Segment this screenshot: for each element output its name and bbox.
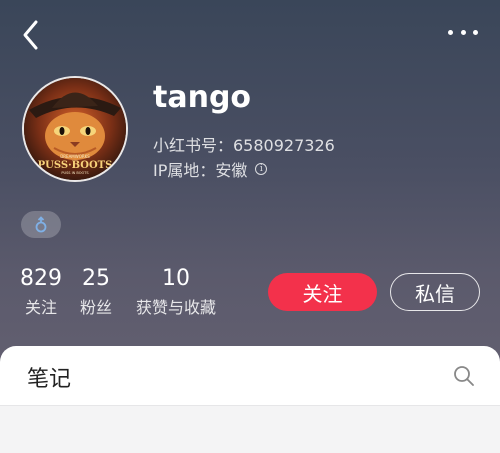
info-icon[interactable]: i (255, 163, 268, 175)
username: tango (153, 80, 252, 115)
avatar-title-text: PUSS·BOOTS (38, 160, 113, 171)
more-dot (448, 29, 453, 35)
search-button[interactable] (452, 364, 476, 388)
avatar-tagline-text: PUSS IN BOOTS (61, 171, 89, 175)
stat-likes[interactable]: 10 获赞与收藏 (130, 266, 222, 318)
user-id: 小红书号：6580927326 (153, 136, 335, 155)
stat-following-count: 829 (20, 266, 62, 291)
gender-tag (21, 211, 61, 238)
notes-tab-bar: 笔记 (0, 346, 500, 406)
message-button[interactable]: 私信 (390, 273, 480, 311)
more-dot (473, 29, 478, 35)
stat-followers[interactable]: 25 粉丝 (76, 266, 116, 318)
stat-likes-count: 10 (162, 266, 190, 291)
more-dot (460, 29, 466, 35)
tab-notes[interactable]: 笔记 (27, 361, 71, 393)
avatar[interactable]: PUSS·BOOTS DREAMWORKS PUSS IN BOOTS (22, 76, 128, 182)
avatar-studio-text: DREAMWORKS (60, 154, 90, 159)
back-arrow-icon (23, 20, 38, 50)
male-icon (35, 215, 47, 232)
search-icon (454, 366, 474, 386)
follow-button[interactable]: 关注 (268, 273, 377, 311)
profile-header: PUSS·BOOTS DREAMWORKS PUSS IN BOOTS tang… (0, 0, 500, 366)
notes-content-area (0, 406, 500, 453)
avatar-image: PUSS·BOOTS DREAMWORKS PUSS IN BOOTS (24, 78, 126, 180)
stat-followers-label: 粉丝 (79, 298, 112, 317)
stat-likes-label: 获赞与收藏 (135, 298, 216, 317)
stat-following[interactable]: 829 关注 (20, 266, 62, 318)
ip-location: IP属地：安徽 i (153, 157, 268, 181)
ip-location-text: IP属地：安徽 (153, 161, 248, 180)
stat-followers-count: 25 (82, 266, 110, 291)
more-button[interactable] (448, 22, 478, 42)
stat-following-label: 关注 (24, 298, 57, 317)
back-button[interactable] (18, 18, 46, 52)
